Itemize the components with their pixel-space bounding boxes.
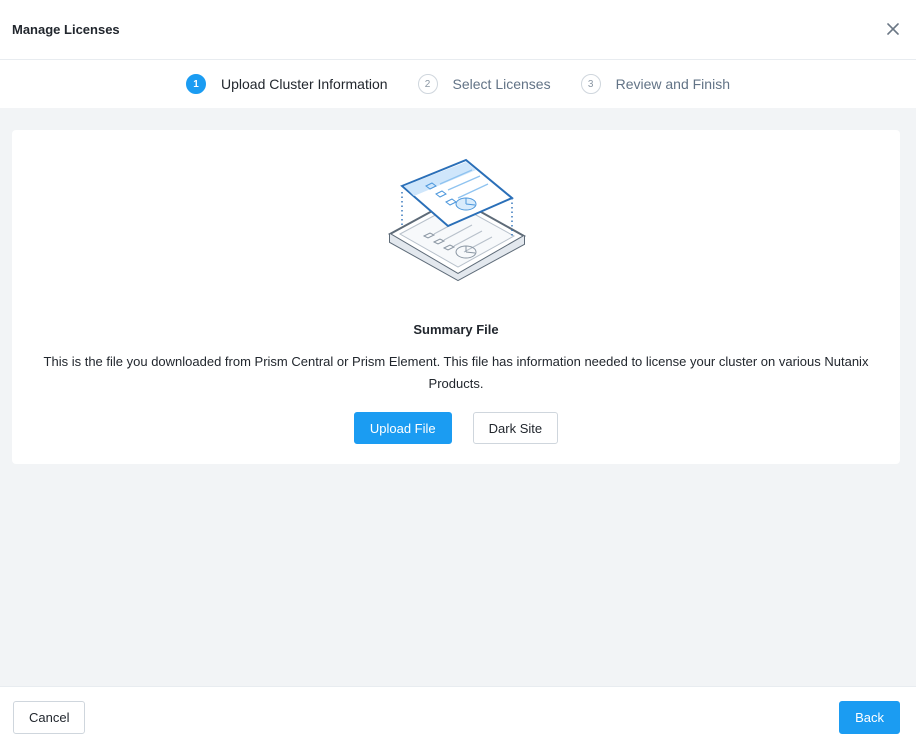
upload-file-button[interactable]: Upload File (353, 412, 452, 444)
back-button[interactable]: Back (839, 701, 900, 734)
summary-file-card: Summary File This is the file you downlo… (12, 130, 900, 464)
step-number: 3 (580, 74, 601, 94)
step-review-and-finish[interactable]: 3 Review and Finish (580, 74, 730, 94)
card-actions: Upload File Dark Site (12, 412, 900, 444)
step-select-licenses[interactable]: 2 Select Licenses (417, 74, 551, 94)
dark-site-button[interactable]: Dark Site (472, 412, 559, 444)
step-label: Review and Finish (615, 76, 730, 92)
summary-file-title: Summary File (413, 322, 499, 337)
modal-header: Manage Licenses (0, 0, 916, 60)
close-icon[interactable] (884, 20, 902, 38)
content-area: Summary File This is the file you downlo… (0, 108, 916, 686)
wizard-stepper: 1 Upload Cluster Information 2 Select Li… (0, 60, 916, 108)
summary-file-description: This is the file you downloaded from Pri… (43, 354, 869, 391)
step-upload-cluster-information[interactable]: 1 Upload Cluster Information (186, 74, 388, 94)
step-label: Select Licenses (452, 76, 551, 92)
step-number: 1 (186, 74, 206, 94)
summary-file-illustration-icon (382, 156, 532, 296)
step-number: 2 (417, 74, 438, 94)
modal-footer: Cancel Back (0, 686, 916, 744)
step-label: Upload Cluster Information (221, 76, 388, 92)
modal-title: Manage Licenses (12, 22, 120, 37)
cancel-button[interactable]: Cancel (13, 701, 86, 734)
